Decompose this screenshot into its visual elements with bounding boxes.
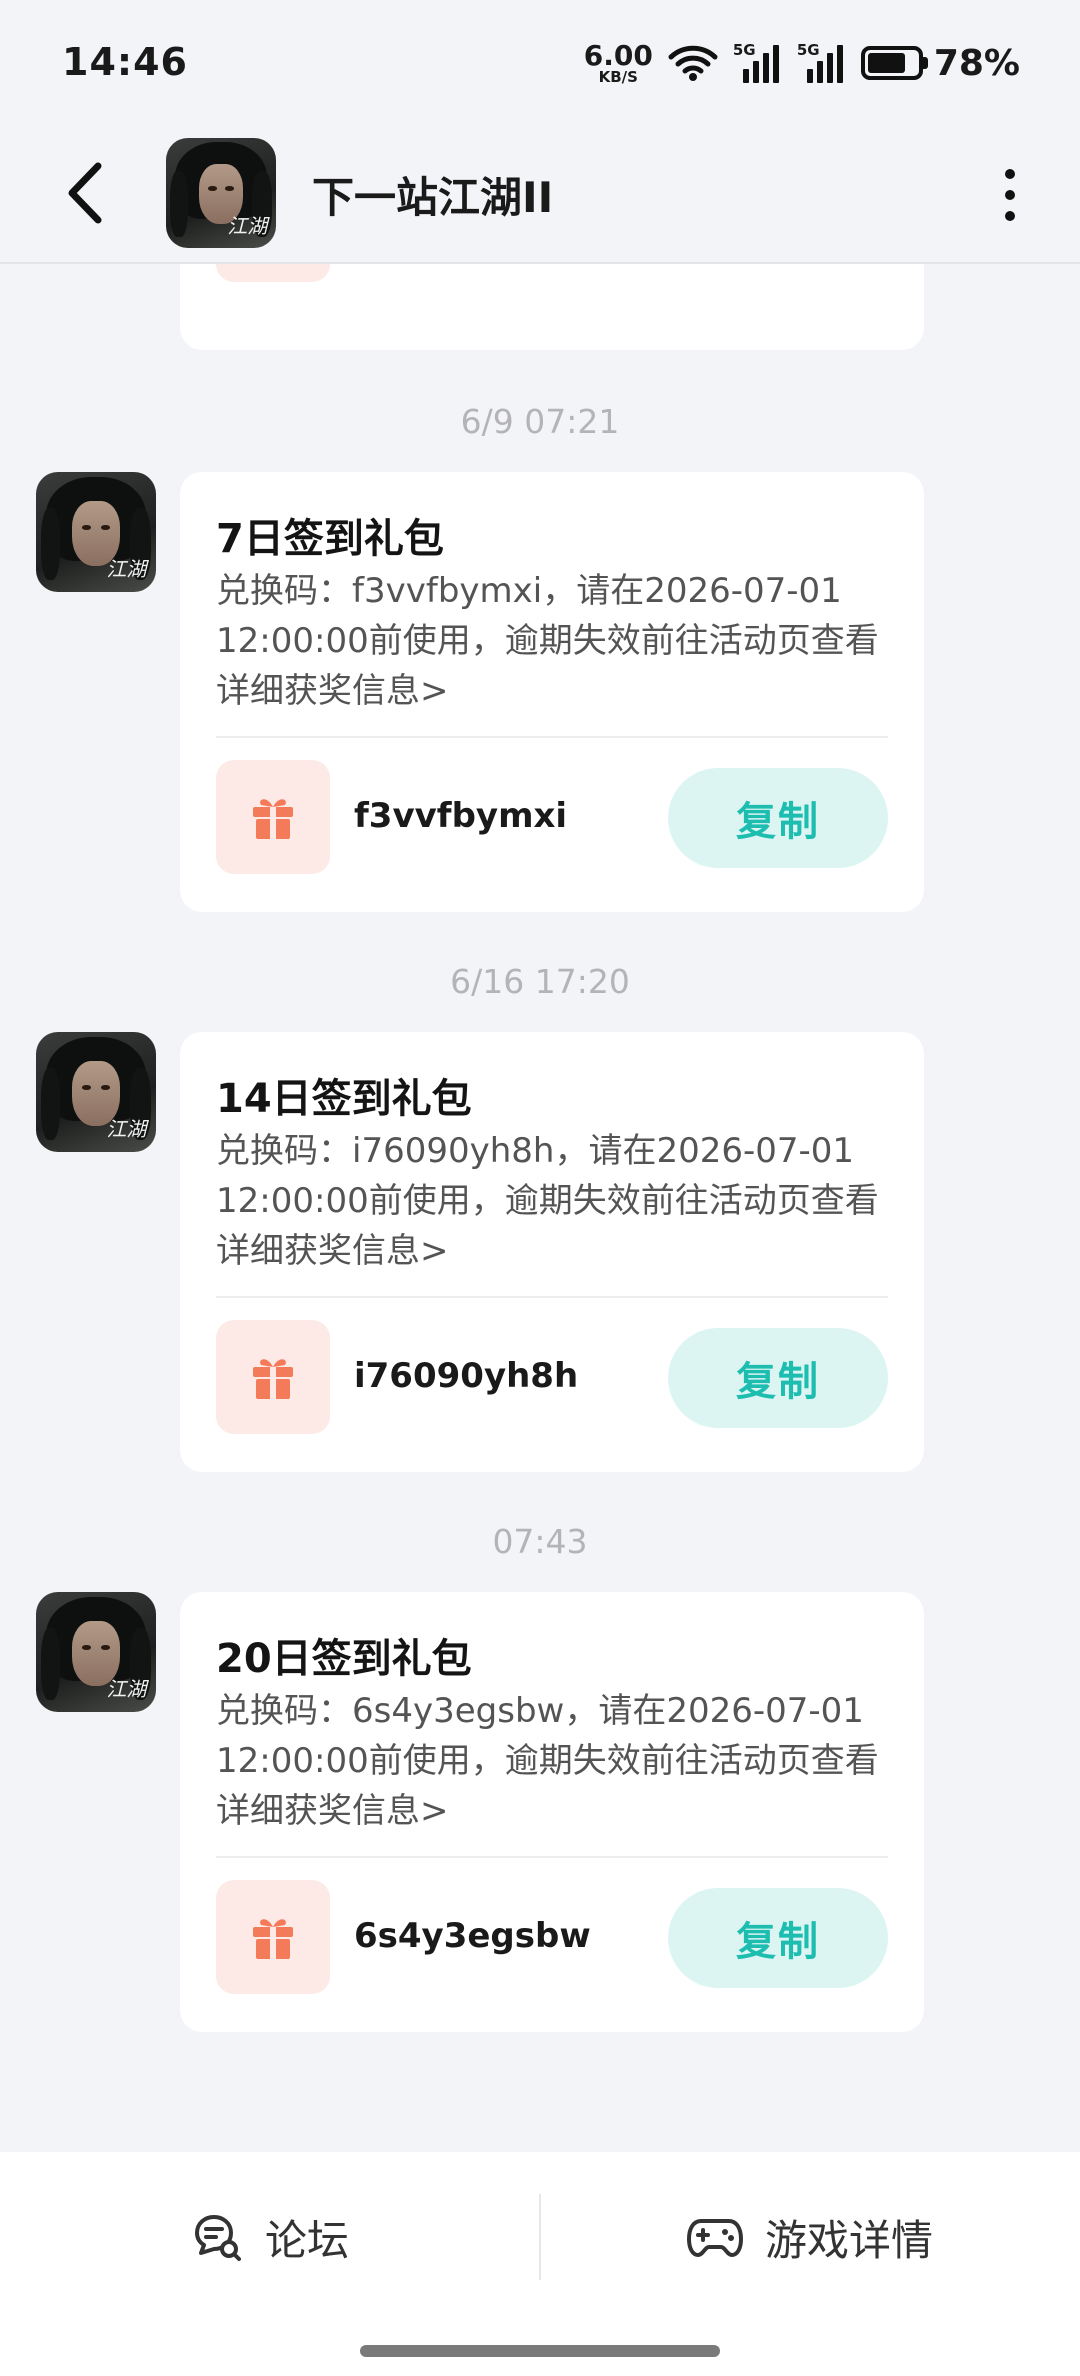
network-speed-value: 6.00 [583,38,653,72]
gift-icon [253,1359,293,1399]
gift-icon [253,1919,293,1959]
message-list[interactable]: y6rx2b0033 复制 6/9 07:21 江湖 7日签到礼包 兑换码：f3… [0,264,1080,2152]
sender-avatar[interactable]: 江湖 [36,1592,156,1712]
gift-icon-box [216,760,330,874]
copy-button[interactable]: 复制 [668,1328,888,1428]
copy-button[interactable]: 复制 [668,1888,888,1988]
sender-avatar[interactable]: 江湖 [36,472,156,592]
signal-1-icon: 5G [732,41,783,83]
gift-icon-box [216,264,330,282]
forum-tab-label: 论坛 [264,2215,349,2265]
sender-avatar[interactable]: 江湖 [36,1032,156,1152]
chat-header: 江湖 下一站江湖II [0,124,1080,264]
chat-title: 下一站江湖II [312,173,554,222]
gift-pack-title: 20日签到礼包 [216,1636,472,1682]
card-divider [216,1296,888,1298]
gift-pack-description[interactable]: 兑换码：6s4y3egsbw，请在2026-07-01 12:00:00前使用，… [216,1686,896,1836]
gift-icon-box [216,1320,330,1434]
gift-code: i76090yh8h [354,1356,579,1396]
more-options-button[interactable] [980,160,1040,230]
gift-icon [253,799,293,839]
gift-pack-title: 14日签到礼包 [216,1076,472,1122]
signal-2-label: 5G [796,41,820,59]
back-button[interactable] [58,158,118,228]
battery-indicator: 78% [860,42,1020,84]
gamepad-icon [686,2219,743,2257]
message-timestamp: 6/9 07:21 [460,402,620,441]
status-time: 14:46 [62,40,188,84]
forum-icon [194,2215,241,2261]
game-detail-tab[interactable]: 游戏详情 [540,2152,1080,2322]
battery-percent: 78% [933,42,1020,84]
card-divider [216,736,888,738]
gift-pack-title: 7日签到礼包 [216,516,444,562]
forum-tab[interactable]: 论坛 [0,2152,540,2322]
gift-icon-box [216,1880,330,1994]
battery-icon [860,46,923,80]
gift-code: f3vvfbymxi [354,796,568,836]
chevron-left-icon [68,162,102,224]
copy-button[interactable]: 复制 [668,768,888,868]
bottom-bar: 论坛 游戏详情 [0,2152,1080,2376]
network-speed: 6.00 KB/S [583,38,653,86]
message-card-partial: y6rx2b0033 复制 [180,264,924,350]
more-vertical-icon [1005,169,1015,179]
message-timestamp: 6/16 17:20 [450,962,630,1001]
game-detail-tab-label: 游戏详情 [764,2215,933,2265]
home-indicator[interactable] [360,2345,720,2357]
status-bar: 14:46 6.00 KB/S 5G 5G 78% [0,0,1080,124]
network-speed-unit: KB/S [598,67,638,86]
message-card: 7日签到礼包 兑换码：f3vvfbymxi，请在2026-07-01 12:00… [180,472,924,912]
signal-2-icon: 5G [796,41,847,83]
wifi-icon [668,45,718,81]
gift-pack-description[interactable]: 兑换码：i76090yh8h，请在2026-07-01 12:00:00前使用，… [216,1126,896,1276]
gift-code: 6s4y3egsbw [354,1916,591,1956]
signal-1-label: 5G [732,41,756,59]
card-divider [216,1856,888,1858]
message-timestamp: 07:43 [492,1522,588,1561]
message-card: 14日签到礼包 兑换码：i76090yh8h，请在2026-07-01 12:0… [180,1032,924,1472]
status-indicators: 6.00 KB/S 5G 5G 78% [584,38,1020,88]
gift-pack-description[interactable]: 兑换码：f3vvfbymxi，请在2026-07-01 12:00:00前使用，… [216,566,896,716]
game-avatar[interactable]: 江湖 [166,138,276,248]
message-card: 20日签到礼包 兑换码：6s4y3egsbw，请在2026-07-01 12:0… [180,1592,924,2032]
